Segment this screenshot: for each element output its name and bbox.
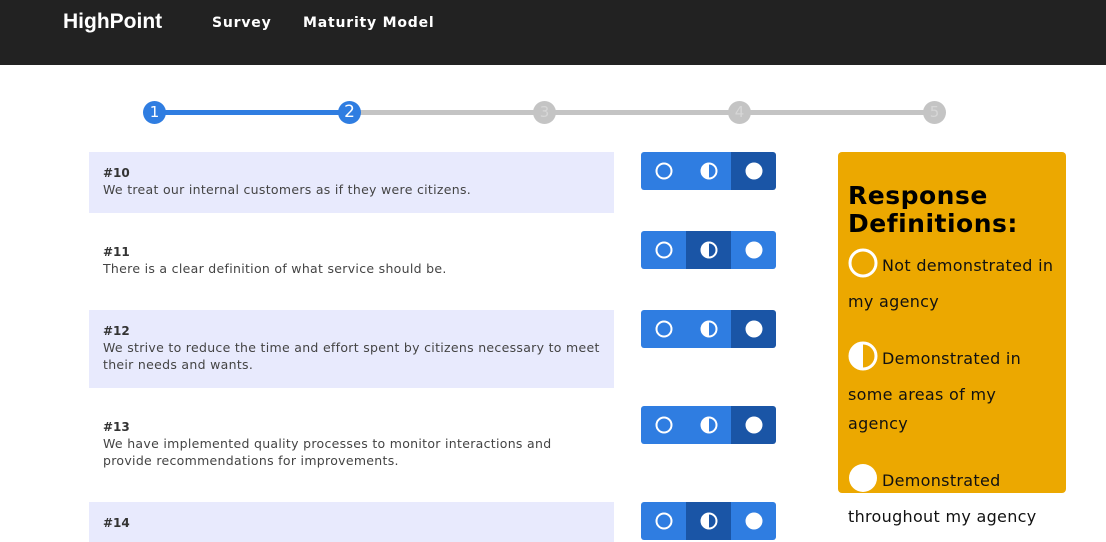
progress-stepper: 1 2 3 4 5 [0, 0, 1106, 140]
empty-circle-icon [655, 320, 673, 338]
definition-not-demonstrated: Not demonstrated in my agency [848, 248, 1056, 316]
response-group-10 [641, 152, 776, 190]
not-demonstrated-button[interactable] [641, 310, 686, 348]
throughout-button[interactable] [731, 406, 776, 444]
half-circle-icon [700, 241, 718, 259]
question-text: There is a clear definition of what serv… [103, 261, 447, 276]
empty-circle-icon [655, 241, 673, 259]
full-circle-icon [848, 463, 878, 502]
question-number: #12 [103, 324, 130, 338]
throughout-button[interactable] [731, 310, 776, 348]
full-circle-icon [745, 512, 763, 530]
half-circle-icon [848, 341, 878, 380]
full-circle-icon [745, 241, 763, 259]
question-card-12: #12 We strive to reduce the time and eff… [89, 310, 614, 388]
empty-circle-icon [655, 416, 673, 434]
question-text: We treat our internal customers as if th… [103, 182, 472, 197]
definition-label: Not demonstrated in my agency [848, 256, 1054, 311]
throughout-button[interactable] [731, 231, 776, 269]
full-circle-icon [745, 416, 763, 434]
some-areas-button[interactable] [686, 310, 731, 348]
some-areas-button[interactable] [686, 231, 731, 269]
response-definitions-panel: Response Definitions: Not demonstrated i… [838, 152, 1066, 526]
stepper-track-remaining [350, 110, 935, 115]
question-number: #11 [103, 245, 130, 259]
response-group-11 [641, 231, 776, 269]
stepper-track-complete [155, 110, 350, 115]
full-circle-icon [745, 162, 763, 180]
step-5[interactable]: 5 [923, 101, 946, 124]
full-circle-icon [745, 320, 763, 338]
half-circle-icon [700, 162, 718, 180]
definition-throughout: Demonstrated throughout my agency [848, 463, 1056, 531]
empty-circle-icon [848, 248, 878, 287]
question-number: #10 [103, 166, 130, 180]
half-circle-icon [700, 416, 718, 434]
question-text: We have implemented quality processes to… [103, 436, 552, 468]
definitions-title: Response Definitions: [848, 181, 1018, 238]
half-circle-icon [700, 320, 718, 338]
question-number: #14 [103, 516, 130, 530]
response-group-14 [641, 502, 776, 540]
question-card-10: #10 We treat our internal customers as i… [89, 152, 614, 213]
question-card-14: #14 [89, 502, 614, 542]
some-areas-button[interactable] [686, 406, 731, 444]
step-4[interactable]: 4 [728, 101, 751, 124]
some-areas-button[interactable] [686, 502, 731, 540]
step-1[interactable]: 1 [143, 101, 166, 124]
question-text: We strive to reduce the time and effort … [103, 340, 600, 372]
response-group-12 [641, 310, 776, 348]
not-demonstrated-button[interactable] [641, 406, 686, 444]
empty-circle-icon [655, 512, 673, 530]
definition-some-areas: Demonstrated in some areas of my agency [848, 341, 1056, 438]
some-areas-button[interactable] [686, 152, 731, 190]
response-group-13 [641, 406, 776, 444]
question-card-13: #13 We have implemented quality processe… [89, 406, 614, 484]
not-demonstrated-button[interactable] [641, 152, 686, 190]
step-3[interactable]: 3 [533, 101, 556, 124]
not-demonstrated-button[interactable] [641, 502, 686, 540]
throughout-button[interactable] [731, 152, 776, 190]
question-card-11: #11 There is a clear definition of what … [89, 231, 614, 292]
throughout-button[interactable] [731, 502, 776, 540]
half-circle-icon [700, 512, 718, 530]
not-demonstrated-button[interactable] [641, 231, 686, 269]
step-2[interactable]: 2 [338, 101, 361, 124]
empty-circle-icon [655, 162, 673, 180]
question-number: #13 [103, 420, 130, 434]
